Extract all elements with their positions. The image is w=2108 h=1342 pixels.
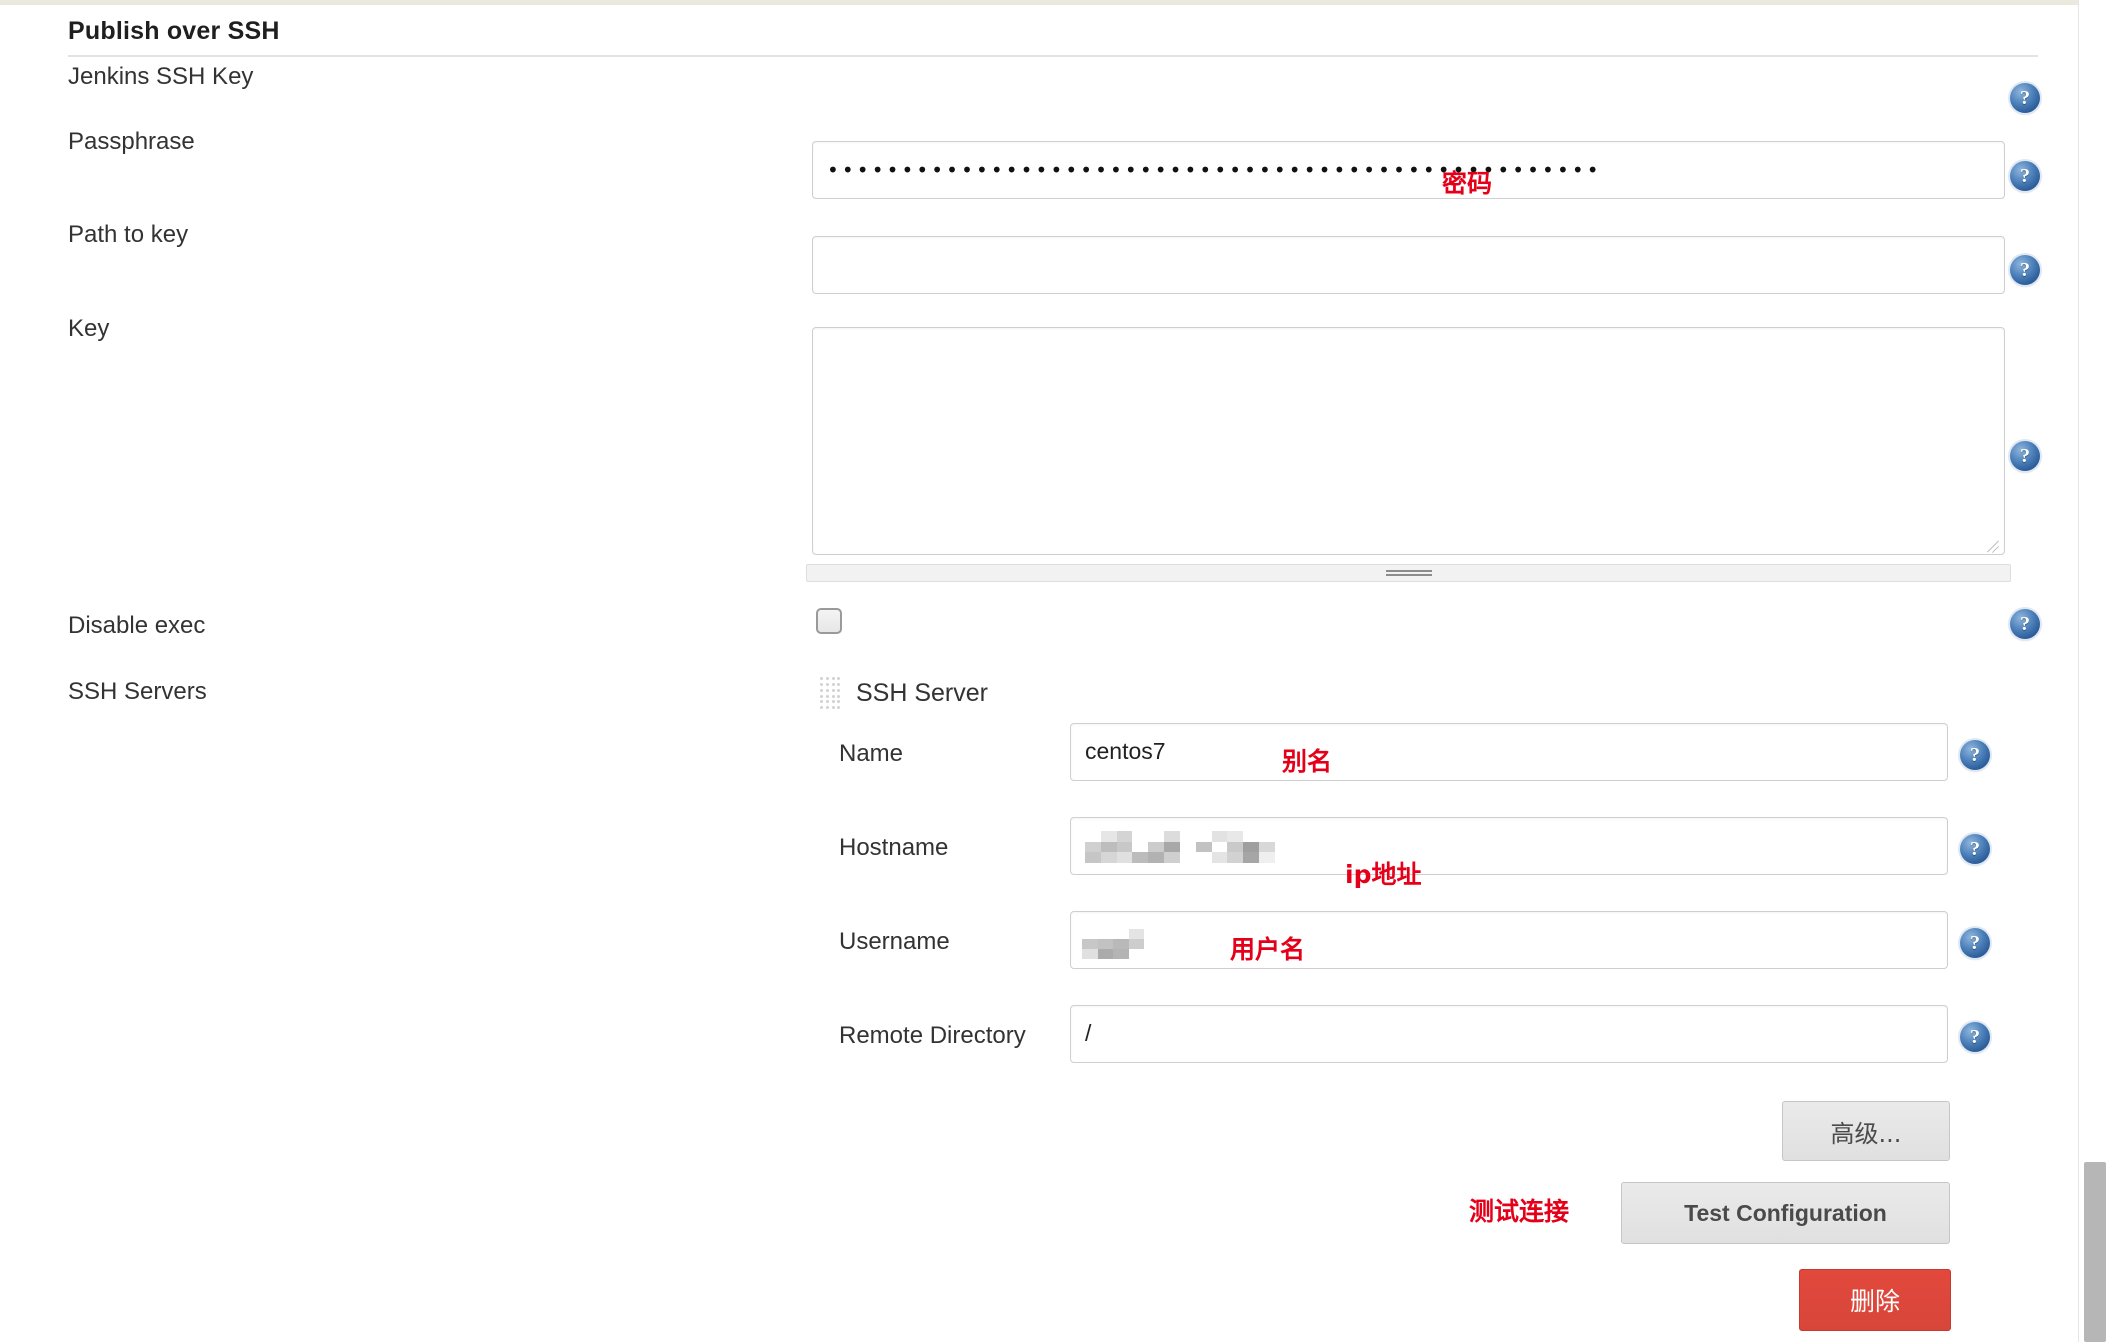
test-configuration-button[interactable]: Test Configuration bbox=[1621, 1182, 1950, 1244]
server-remote-directory-input[interactable]: / bbox=[1070, 1005, 1948, 1063]
help-icon-jenkins-ssh-key[interactable]: ? bbox=[2010, 83, 2040, 113]
help-icon-server-username[interactable]: ? bbox=[1960, 928, 1990, 958]
help-icon-passphrase[interactable]: ? bbox=[2010, 161, 2040, 191]
help-icon-server-name[interactable]: ? bbox=[1960, 740, 1990, 770]
help-icon-path-to-key[interactable]: ? bbox=[2010, 255, 2040, 285]
drag-handle-icon[interactable] bbox=[820, 677, 842, 711]
passphrase-label: Passphrase bbox=[68, 128, 195, 155]
server-remote-directory-value: / bbox=[1085, 1020, 1092, 1047]
disable-exec-checkbox[interactable] bbox=[816, 608, 842, 634]
key-textarea[interactable] bbox=[812, 327, 2005, 555]
server-hostname-annotation: ip地址 bbox=[1345, 860, 1422, 889]
key-horizontal-scrollbar[interactable] bbox=[806, 564, 2011, 582]
disable-exec-label: Disable exec bbox=[68, 612, 206, 639]
help-icon-server-hostname[interactable]: ? bbox=[1960, 834, 1990, 864]
server-username-label: Username bbox=[839, 928, 950, 955]
server-remote-directory-label: Remote Directory bbox=[839, 1022, 1026, 1049]
help-icon-disable-exec[interactable]: ? bbox=[2010, 609, 2040, 639]
passphrase-annotation: 密码 bbox=[1442, 169, 1493, 198]
path-to-key-label: Path to key bbox=[68, 221, 189, 248]
server-username-redacted-value bbox=[1082, 929, 1144, 959]
splitter-grip bbox=[1385, 568, 1432, 578]
server-name-annotation: 别名 bbox=[1282, 747, 1333, 776]
path-to-key-input[interactable] bbox=[812, 236, 2005, 294]
vertical-scrollbar-track[interactable] bbox=[2078, 0, 2108, 1342]
key-label: Key bbox=[68, 315, 110, 342]
server-name-input[interactable]: centos7 bbox=[1070, 723, 1948, 781]
server-hostname-redacted-value bbox=[1085, 831, 1275, 863]
help-icon-key[interactable]: ? bbox=[2010, 441, 2040, 471]
server-name-label: Name bbox=[839, 740, 904, 767]
ssh-servers-label: SSH Servers bbox=[68, 678, 207, 705]
server-username-annotation: 用户名 bbox=[1230, 935, 1306, 964]
help-icon-server-remote-directory[interactable]: ? bbox=[1960, 1022, 1990, 1052]
page-title: Publish over SSH bbox=[68, 17, 280, 45]
server-name-value: centos7 bbox=[1085, 738, 1166, 765]
textarea-resize-handle[interactable] bbox=[1985, 536, 2000, 554]
delete-button[interactable]: 删除 bbox=[1799, 1269, 1951, 1331]
vertical-scrollbar-thumb[interactable] bbox=[2084, 1162, 2106, 1342]
advanced-button[interactable]: 高级... bbox=[1782, 1101, 1950, 1161]
passphrase-input[interactable]: ••••••••••••••••••••••••••••••••••••••••… bbox=[812, 141, 2005, 199]
publish-over-ssh-panel: Publish over SSH Jenkins SSH Key ? Passp… bbox=[0, 5, 2078, 1342]
test-configuration-annotation: 测试连接 bbox=[1469, 1197, 1570, 1226]
jenkins-ssh-key-label: Jenkins SSH Key bbox=[68, 63, 254, 90]
server-hostname-label: Hostname bbox=[839, 834, 949, 861]
section-divider bbox=[68, 55, 2038, 57]
server-username-input[interactable] bbox=[1070, 911, 1948, 969]
ssh-server-title: SSH Server bbox=[856, 679, 988, 707]
